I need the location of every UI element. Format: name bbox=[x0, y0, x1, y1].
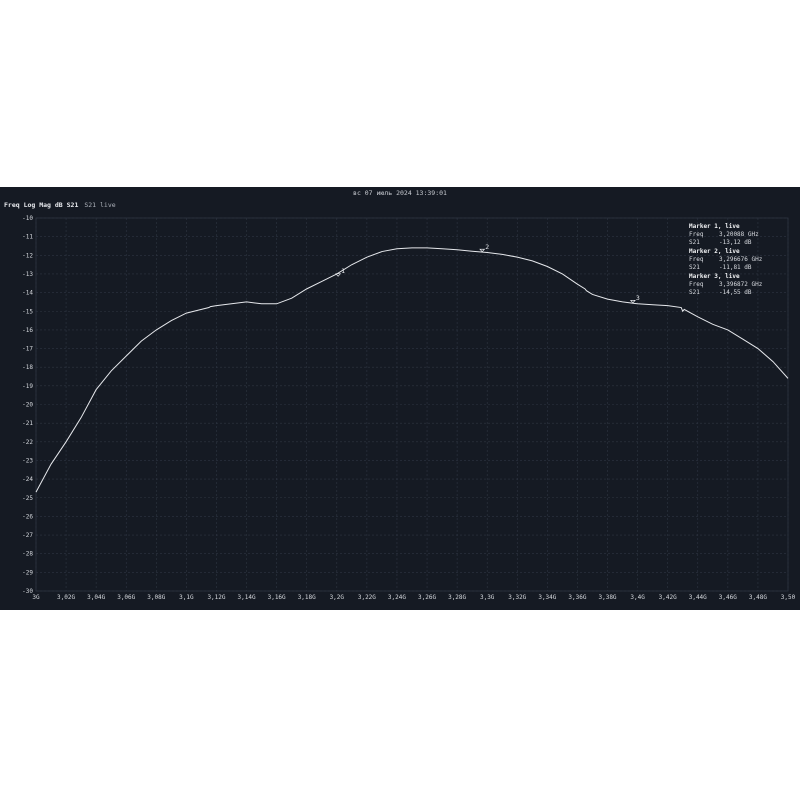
x-tick-label: 3,46G bbox=[719, 594, 737, 601]
marker-freq-value: 3,20088 GHz bbox=[719, 231, 759, 238]
x-tick-label: 3,1G bbox=[179, 594, 194, 601]
marker-label: 1 bbox=[341, 267, 345, 275]
x-tick-label: 3,48G bbox=[749, 594, 767, 601]
marker-freq-value: 3,296676 GHz bbox=[719, 256, 763, 263]
marker-readout-title: Marker 2, live bbox=[689, 248, 740, 255]
x-tick-label: 3,38G bbox=[598, 594, 616, 601]
x-tick-label: 3,04G bbox=[87, 594, 105, 601]
y-tick-label: -18 bbox=[22, 364, 33, 371]
marker-param-value: -13,12 dB bbox=[719, 239, 752, 246]
x-tick-label: 3,28G bbox=[448, 594, 466, 601]
marker-readout-3: Marker 3, live Freq 3,396872 GHz S21 -14,5… bbox=[689, 273, 762, 297]
marker-freq-label: Freq bbox=[689, 256, 704, 263]
marker-readout-2: Marker 2, live Freq 3,296676 GHz S21 -11,8… bbox=[689, 248, 762, 272]
y-tick-label: -19 bbox=[22, 383, 33, 390]
marker-triangle bbox=[479, 248, 486, 253]
x-tick-label: 3,02G bbox=[57, 594, 75, 601]
x-tick-label: 3,50 bbox=[781, 594, 796, 601]
marker-param-value: -11,81 dB bbox=[719, 264, 752, 271]
y-tick-label: -25 bbox=[22, 495, 33, 502]
marker-label: 3 bbox=[636, 294, 640, 302]
x-tick-label: 3,24G bbox=[388, 594, 406, 601]
y-tick-label: -21 bbox=[22, 420, 33, 427]
y-tick-label: -13 bbox=[22, 271, 33, 278]
marker-readout-title: Marker 1, live bbox=[689, 223, 740, 230]
marker-param-label: S21 bbox=[689, 264, 700, 271]
x-tick-label: 3,36G bbox=[568, 594, 586, 601]
y-tick-label: -29 bbox=[22, 569, 33, 576]
trace-title: Freq Log Mag dB S21 bbox=[4, 201, 79, 209]
y-tick-label: -16 bbox=[22, 327, 33, 334]
y-tick-label: -17 bbox=[22, 346, 33, 353]
x-tick-label: 3,32G bbox=[508, 594, 526, 601]
vna-display-panel: 3G 3,02G 3,04G 3,06G 3,08G 3,1G 3,12G 3,14G 3,16… bbox=[0, 187, 800, 610]
chart-plot: 3G 3,02G 3,04G 3,06G 3,08G 3,1G 3,12G 3,14G 3,16… bbox=[22, 215, 796, 601]
y-tick-label: -30 bbox=[22, 588, 33, 595]
marker-freq-label: Freq bbox=[689, 281, 704, 288]
x-tick-label: 3,26G bbox=[418, 594, 436, 601]
y-tick-label: -14 bbox=[22, 290, 33, 297]
marker-param-label: S21 bbox=[689, 239, 700, 246]
marker-triangle bbox=[629, 300, 636, 304]
marker-freq-label: Freq bbox=[689, 231, 704, 238]
trace-label: Freq Log Mag dB S21 S21 live bbox=[4, 201, 116, 209]
x-tick-label: 3,08G bbox=[147, 594, 165, 601]
marker-label: 2 bbox=[485, 243, 489, 251]
marker-freq-value: 3,396872 GHz bbox=[719, 281, 763, 288]
y-tick-label: -12 bbox=[22, 252, 33, 259]
y-tick-label: -20 bbox=[22, 402, 33, 409]
y-tick-label: -23 bbox=[22, 457, 33, 464]
y-tick-label: -15 bbox=[22, 308, 33, 315]
x-tick-label: 3,2G bbox=[330, 594, 345, 601]
x-tick-label: 3,16G bbox=[268, 594, 286, 601]
x-tick-label: 3,12G bbox=[207, 594, 225, 601]
x-tick-label: 3G bbox=[32, 594, 40, 601]
x-tick-label: 3,44G bbox=[689, 594, 707, 601]
x-tick-label: 3,22G bbox=[358, 594, 376, 601]
x-tick-label: 3,34G bbox=[538, 594, 556, 601]
timestamp: вс 07 июль 2024 13:39:01 bbox=[353, 189, 447, 197]
marker-param-label: S21 bbox=[689, 289, 700, 296]
trace-status: S21 live bbox=[84, 201, 116, 209]
y-tick-label: -10 bbox=[22, 215, 33, 222]
x-tick-label: 3,4G bbox=[630, 594, 645, 601]
x-tick-label: 3,14G bbox=[238, 594, 256, 601]
y-tick-label: -28 bbox=[22, 551, 33, 558]
marker-readout-title: Marker 3, live bbox=[689, 273, 740, 280]
marker-readout-1: Marker 1, live Freq 3,20088 GHz S21 -13,12… bbox=[689, 223, 759, 247]
series-line bbox=[35, 247, 789, 493]
y-tick-label: -22 bbox=[22, 439, 33, 446]
y-tick-label: -11 bbox=[22, 234, 33, 241]
x-tick-label: 3,18G bbox=[298, 594, 316, 601]
y-tick-label: -27 bbox=[22, 532, 33, 539]
y-tick-label: -26 bbox=[22, 513, 33, 520]
y-tick-label: -24 bbox=[22, 476, 33, 483]
x-tick-label: 3,06G bbox=[117, 594, 135, 601]
x-tick-label: 3,42G bbox=[659, 594, 677, 601]
marker-param-value: -14,55 dB bbox=[719, 289, 752, 296]
x-tick-label: 3,3G bbox=[480, 594, 495, 601]
